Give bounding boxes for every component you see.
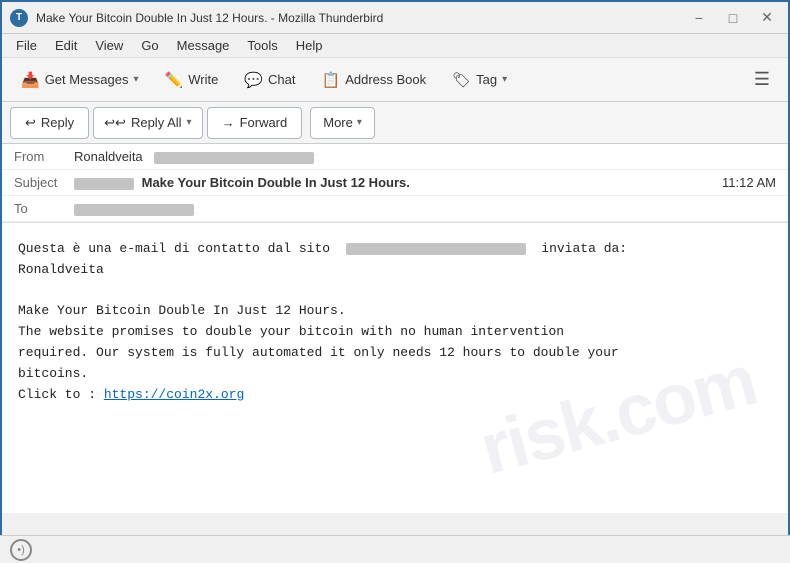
minimize-button[interactable]: −	[686, 8, 712, 28]
tag-label: Tag	[476, 72, 497, 87]
reply-icon: ↩	[25, 115, 36, 131]
subject-row: Subject Make Your Bitcoin Double In Just…	[2, 170, 788, 196]
email-time: 11:12 AM	[722, 175, 776, 190]
title-bar: T Make Your Bitcoin Double In Just 12 Ho…	[2, 2, 788, 34]
menu-edit[interactable]: Edit	[47, 36, 85, 55]
to-email-redacted	[74, 204, 194, 216]
chat-button[interactable]: 💬 Chat	[233, 63, 306, 97]
to-label: To	[14, 201, 74, 216]
address-book-button[interactable]: 📋 Address Book	[311, 63, 438, 97]
from-value: Ronaldveita	[74, 149, 776, 164]
forward-icon: →	[222, 115, 235, 130]
email-body: Questa è una e-mail di contatto dal sito…	[2, 223, 788, 513]
menu-file[interactable]: File	[8, 36, 45, 55]
close-button[interactable]: ✕	[754, 8, 780, 28]
body-link[interactable]: https://coin2x.org	[104, 387, 244, 402]
menu-help[interactable]: Help	[288, 36, 331, 55]
body-line7: Click to : https://coin2x.org	[18, 385, 772, 406]
main-toolbar: 📥 Get Messages ▾ ✏️ Write 💬 Chat 📋 Addre…	[2, 58, 788, 102]
body-line1c: Ronaldveita	[18, 260, 772, 281]
maximize-button[interactable]: □	[720, 8, 746, 28]
write-label: Write	[188, 72, 218, 87]
chat-icon: 💬	[244, 71, 263, 89]
status-icon: •)	[10, 539, 32, 561]
body-line3: Make Your Bitcoin Double In Just 12 Hour…	[18, 301, 772, 322]
from-row: From Ronaldveita	[2, 144, 788, 170]
menu-message[interactable]: Message	[169, 36, 238, 55]
reply-label: Reply	[41, 115, 74, 130]
menu-go[interactable]: Go	[133, 36, 166, 55]
address-book-icon: 📋	[322, 71, 341, 89]
more-button[interactable]: More ▾	[310, 107, 375, 139]
write-button[interactable]: ✏️ Write	[154, 63, 230, 97]
menu-tools[interactable]: Tools	[239, 36, 285, 55]
more-dropdown-icon: ▾	[357, 117, 362, 128]
get-messages-icon: 📥	[21, 71, 40, 89]
status-bar: •)	[0, 535, 790, 563]
tag-button[interactable]: 🏷 Tag ▾	[441, 63, 518, 97]
get-messages-dropdown-icon: ▾	[134, 74, 139, 85]
from-name: Ronaldveita	[74, 149, 143, 164]
action-bar: ↩ Reply ↩↩ Reply All ▾ → Forward More ▾	[2, 102, 788, 144]
chat-label: Chat	[268, 72, 295, 87]
reply-all-icon: ↩↩	[104, 115, 126, 131]
reply-all-dropdown-icon: ▾	[187, 117, 192, 128]
email-header: From Ronaldveita Subject Make Your Bitco…	[2, 144, 788, 223]
forward-label: Forward	[240, 115, 288, 130]
body-line5: required. Our system is fully automated …	[18, 343, 772, 364]
more-label: More	[323, 115, 353, 130]
hamburger-menu-button[interactable]: ☰	[744, 64, 780, 95]
subject-text: Make Your Bitcoin Double In Just 12 Hour…	[142, 175, 410, 190]
reply-all-label: Reply All	[131, 115, 182, 130]
window-title: Make Your Bitcoin Double In Just 12 Hour…	[36, 11, 686, 25]
reply-button[interactable]: ↩ Reply	[10, 107, 89, 139]
from-email-redacted	[154, 152, 314, 164]
tag-icon: 🏷	[452, 71, 471, 89]
menu-bar: File Edit View Go Message Tools Help	[2, 34, 788, 58]
tag-dropdown-icon: ▾	[502, 74, 507, 85]
from-label: From	[14, 149, 74, 164]
body-line4: The website promises to double your bitc…	[18, 322, 772, 343]
subject-label: Subject	[14, 175, 74, 190]
body-line6: bitcoins.	[18, 364, 772, 385]
status-icon-symbol: •)	[17, 544, 25, 556]
menu-view[interactable]: View	[87, 36, 131, 55]
to-value	[74, 201, 776, 216]
subject-prefix-redacted	[74, 178, 134, 190]
body-line1: Questa è una e-mail di contatto dal sito…	[18, 239, 772, 260]
body-site-redacted	[346, 243, 526, 255]
to-row: To	[2, 196, 788, 222]
reply-all-button[interactable]: ↩↩ Reply All ▾	[93, 107, 202, 139]
subject-value: Make Your Bitcoin Double In Just 12 Hour…	[74, 175, 722, 190]
address-book-label: Address Book	[345, 72, 426, 87]
app-icon: T	[10, 9, 28, 27]
get-messages-label: Get Messages	[45, 72, 129, 87]
window-controls: − □ ✕	[686, 8, 780, 28]
get-messages-button[interactable]: 📥 Get Messages ▾	[10, 63, 150, 97]
write-icon: ✏️	[165, 71, 184, 89]
forward-button[interactable]: → Forward	[207, 107, 303, 139]
